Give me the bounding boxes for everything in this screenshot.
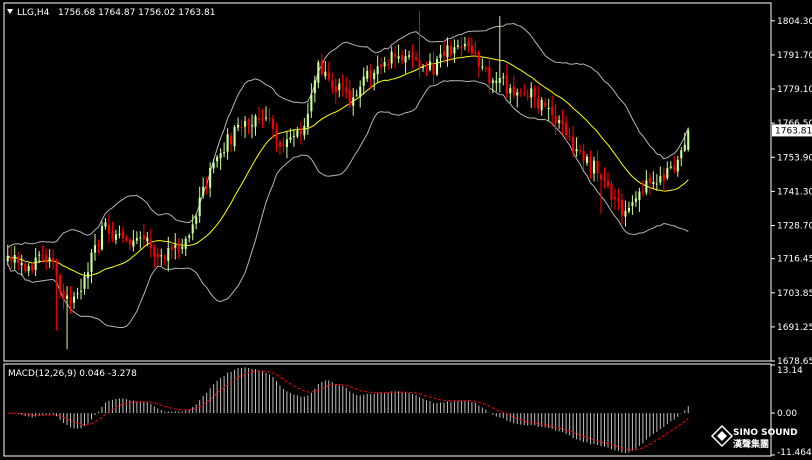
brand-cn: 漢聲集團 xyxy=(733,438,769,450)
price-tick-label: 1703.85 xyxy=(777,289,812,299)
brand-name: SINO SOUND xyxy=(733,428,798,438)
macd-tick-label: 13.14 xyxy=(777,366,803,376)
macd-tick-label: 0.00 xyxy=(777,409,797,419)
price-tick-label: 1728.70 xyxy=(777,221,812,231)
symbol-timeframe: LLG,H4 xyxy=(17,8,50,18)
macd-tick-label: -11.464 xyxy=(777,448,812,458)
price-tick-label: 1753.90 xyxy=(777,153,812,163)
price-tick-label: 1804.30 xyxy=(777,17,812,27)
price-tick-label: 1779.10 xyxy=(777,85,812,95)
candle xyxy=(687,127,690,152)
current-price-label: 1763.81 xyxy=(775,126,812,136)
ohlc-readout: 1756.68 1764.87 1756.02 1763.81 xyxy=(58,8,215,18)
trading-chart[interactable]: 1804.301791.701779.101766.501753.901741.… xyxy=(0,0,812,460)
price-tick-label: 1791.70 xyxy=(777,51,812,61)
price-tick-label: 1691.25 xyxy=(777,323,812,333)
price-tick-label: 1716.45 xyxy=(777,255,812,265)
price-tick-label: 1741.30 xyxy=(777,187,812,197)
macd-label: MACD(12,26,9) 0.046 -3.278 xyxy=(8,369,137,379)
